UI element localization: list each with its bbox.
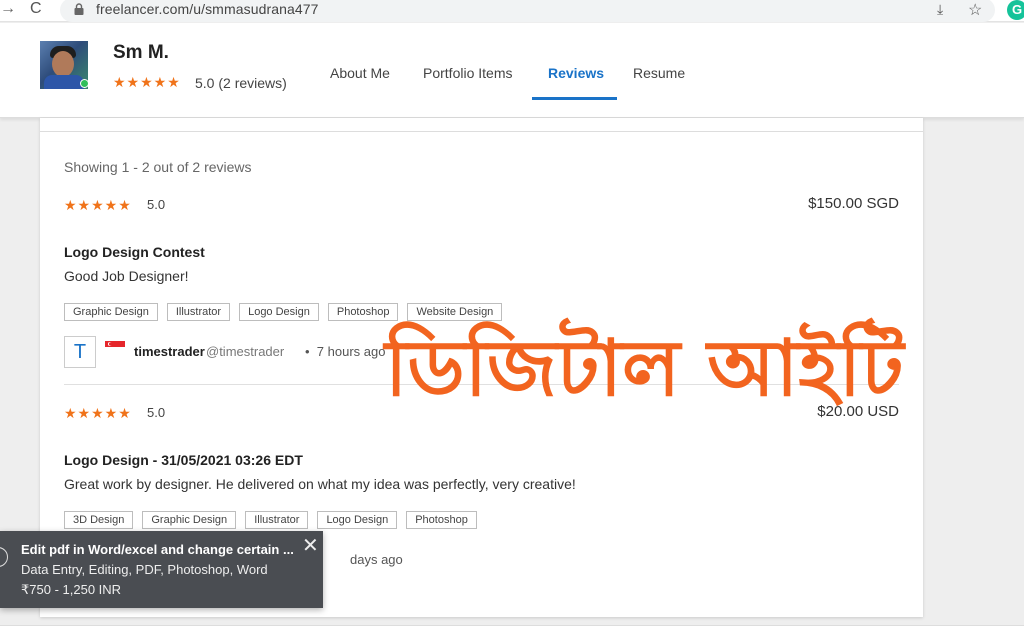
divider: [40, 131, 923, 132]
review-time: • 7 hours ago: [305, 344, 385, 359]
skill-tag[interactable]: Illustrator: [245, 511, 309, 529]
bookmark-star-icon[interactable]: ☆: [968, 0, 982, 20]
notification-icon: [0, 547, 8, 567]
skill-tag[interactable]: 3D Design: [64, 511, 134, 529]
reviewer-avatar[interactable]: T: [64, 336, 96, 368]
skill-tags: Graphic Design Illustrator Logo Design P…: [64, 303, 503, 321]
notification-budget: ₹750 - 1,250 INR: [21, 582, 122, 597]
url-text[interactable]: freelancer.com/u/smmasudrana477: [96, 1, 319, 17]
active-tab-indicator: [532, 97, 617, 100]
review-stars-icon: ★★★★★: [64, 197, 132, 213]
tab-portfolio-items[interactable]: Portfolio Items: [423, 65, 512, 81]
review-project-title[interactable]: Logo Design Contest: [64, 244, 205, 260]
tab-about-me[interactable]: About Me: [330, 65, 390, 81]
notification-skills: Data Entry, Editing, PDF, Photoshop, Wor…: [21, 562, 268, 577]
forward-arrow-icon[interactable]: →: [0, 0, 18, 18]
reviewer-handle: @timestrader: [206, 344, 285, 359]
rating-summary: 5.0 (2 reviews): [195, 75, 287, 91]
skill-tag[interactable]: Graphic Design: [142, 511, 237, 529]
tab-resume[interactable]: Resume: [633, 65, 685, 81]
review-rating: 5.0: [147, 197, 166, 212]
lock-icon: [74, 3, 84, 15]
separator-dot: •: [305, 344, 310, 359]
close-icon[interactable]: ✕: [302, 536, 320, 556]
profile-name[interactable]: Sm M.: [113, 42, 169, 64]
skill-tags: 3D Design Graphic Design Illustrator Log…: [64, 511, 477, 529]
review-amount: $150.00 SGD: [808, 195, 899, 212]
page-footer-edge: [0, 625, 1024, 637]
reload-icon[interactable]: C: [30, 0, 48, 18]
skill-tag[interactable]: Photoshop: [327, 303, 399, 321]
review-rating: 5.0: [147, 405, 166, 420]
skill-tag[interactable]: Graphic Design: [64, 303, 158, 321]
skill-tag[interactable]: Illustrator: [166, 303, 231, 321]
review-comment: Good Job Designer!: [64, 268, 189, 284]
browser-toolbar: → C freelancer.com/u/smmasudrana477 ⤓ ☆ …: [0, 0, 1024, 22]
skill-tag[interactable]: Logo Design: [239, 303, 319, 321]
notification-title[interactable]: Edit pdf in Word/excel and change certai…: [21, 542, 301, 557]
skill-tag[interactable]: Logo Design: [317, 511, 398, 529]
reviewer-username[interactable]: timestrader: [134, 344, 205, 359]
rating-stars-icon: ★★★★★: [113, 74, 181, 90]
profile-header: Sm M. ★★★★★ 5.0 (2 reviews) About Me Por…: [0, 23, 1024, 118]
singapore-flag-icon: [105, 341, 125, 353]
download-icon[interactable]: ⤓: [937, 1, 951, 17]
skill-tag[interactable]: Website Design: [407, 303, 503, 321]
online-status-dot: [80, 79, 89, 88]
job-notification-toast[interactable]: Edit pdf in Word/excel and change certai…: [0, 531, 323, 608]
review-time-text: 7 hours ago: [316, 344, 386, 359]
review-time: days ago: [350, 552, 403, 567]
watermark-text: ডিজিটাল আইটি: [385, 324, 904, 414]
review-project-title[interactable]: Logo Design - 31/05/2021 03:26 EDT: [64, 452, 303, 468]
reviews-count-text: Showing 1 - 2 out of 2 reviews: [64, 159, 252, 175]
tab-reviews[interactable]: Reviews: [548, 65, 604, 81]
review-comment: Great work by designer. He delivered on …: [64, 476, 576, 492]
skill-tag[interactable]: Photoshop: [406, 511, 477, 529]
grammarly-extension-icon[interactable]: G: [1007, 0, 1024, 20]
review-stars-icon: ★★★★★: [64, 405, 132, 421]
